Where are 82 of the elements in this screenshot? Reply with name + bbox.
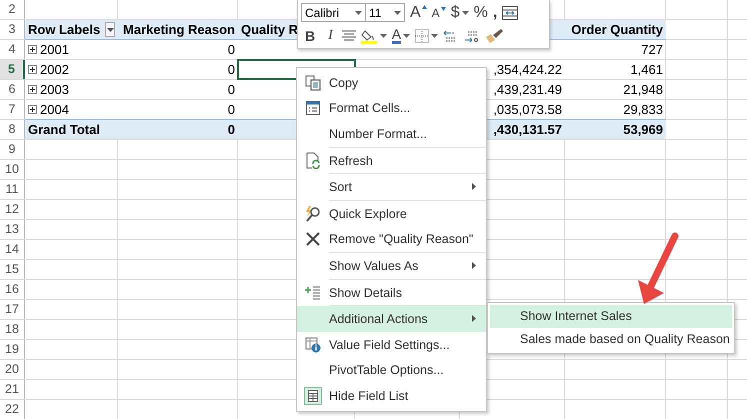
table-cell-text: 0: [228, 41, 235, 59]
currency-button[interactable]: $: [450, 4, 460, 20]
expand-icon[interactable]: [28, 85, 37, 94]
italic-button[interactable]: I: [324, 28, 337, 42]
expand-icon[interactable]: [28, 65, 37, 74]
table-cell-text: 727: [641, 41, 663, 59]
menu-item[interactable]: Additional Actions: [297, 306, 486, 332]
field-list-icon: [304, 386, 322, 405]
close-icon: [305, 231, 321, 248]
column-header: Quality R: [241, 21, 298, 39]
font-color-button[interactable]: A: [392, 27, 402, 44]
wrap-text-icon[interactable]: [502, 6, 518, 20]
menu-item[interactable]: Value Field Settings...: [297, 332, 486, 358]
menu-item[interactable]: Quick Explore: [297, 200, 486, 227]
table-cell-text: 29,833: [623, 101, 663, 119]
menu-item[interactable]: Number Format...: [297, 121, 486, 147]
menu-item[interactable]: Format Cells...: [297, 96, 486, 122]
table-cell-text: 21,948: [623, 81, 663, 99]
dropdown-icon[interactable]: [380, 34, 387, 38]
table-cell-text: 1,461: [630, 61, 663, 79]
filter-dropdown-button[interactable]: [105, 22, 115, 37]
submenu-arrow-icon: [472, 262, 476, 270]
table-cell-text: 53,969: [623, 121, 663, 139]
menu-item[interactable]: Remove "Quality Reason": [297, 226, 486, 252]
shrink-font-button[interactable]: A: [432, 6, 446, 18]
menu-item[interactable]: Show Internet Sales: [490, 305, 732, 328]
expand-icon[interactable]: [28, 105, 37, 114]
menu-item[interactable]: Sort: [297, 174, 486, 200]
details-icon: [305, 286, 321, 300]
up-triangle-icon: [422, 4, 427, 8]
menu-item[interactable]: Copy: [297, 70, 486, 96]
font-size-dropdown[interactable]: 11: [365, 3, 405, 22]
row-number[interactable]: 5: [0, 60, 25, 79]
dropdown-icon: [106, 28, 114, 32]
expand-icon[interactable]: [28, 45, 37, 54]
bold-button[interactable]: B: [301, 28, 320, 42]
format-painter-icon[interactable]: [485, 28, 504, 42]
table-cell-text: ,439,231.49: [493, 81, 562, 99]
magnifier-icon: [305, 206, 321, 222]
column-header: Order Quantity: [571, 21, 663, 39]
grow-font-button[interactable]: A: [410, 4, 427, 20]
row-label: Grand Total: [28, 121, 100, 139]
table-cell-text: 0: [228, 121, 235, 139]
pointer-arrow: [638, 232, 678, 304]
copy-icon: [305, 74, 321, 91]
row-label: 2004: [40, 101, 69, 119]
row-label: 2001: [40, 41, 69, 59]
dropdown-icon: [355, 10, 362, 14]
format-cells-icon: [305, 100, 321, 116]
down-triangle-icon: [440, 6, 446, 10]
active-cell[interactable]: [238, 60, 355, 79]
menu-item[interactable]: Show Values As: [297, 253, 486, 279]
font-name-dropdown[interactable]: Calibri: [301, 3, 366, 22]
column-header: Row Labels: [28, 21, 100, 39]
dropdown-icon[interactable]: [462, 10, 469, 14]
submenu-arrow-icon: [472, 183, 476, 190]
dropdown-icon[interactable]: [431, 34, 438, 38]
table-cell-text: ,430,131.57: [493, 121, 562, 139]
row-label: 2002: [40, 61, 69, 79]
refresh-icon: [305, 152, 321, 170]
submenu-arrow-icon: [472, 315, 476, 322]
menu-item[interactable]: Show Details: [297, 280, 486, 306]
menu-item[interactable]: PivotTable Options...: [297, 358, 486, 384]
align-center-icon[interactable]: [342, 30, 356, 41]
column-header: Marketing Reason: [123, 21, 235, 39]
table-cell-text: 0: [228, 61, 235, 79]
decimal-arrow-icon[interactable]: [464, 28, 480, 42]
menu-item[interactable]: Hide Field List: [297, 383, 486, 409]
borders-icon[interactable]: [415, 28, 430, 42]
table-cell-text: ,354,424.22: [493, 61, 562, 79]
dropdown-icon: [394, 10, 401, 14]
percent-button[interactable]: %: [474, 4, 488, 20]
menu-item[interactable]: Sales made based on Quality Reason: [490, 328, 732, 351]
comma-button[interactable]: ,: [492, 4, 498, 20]
table-cell-text: 0: [228, 81, 235, 99]
row-label: 2003: [40, 81, 69, 99]
dropdown-icon[interactable]: [403, 34, 410, 38]
menu-item[interactable]: Refresh: [297, 148, 486, 174]
fill-color-icon[interactable]: [360, 28, 378, 44]
table-cell-text: 0: [228, 101, 235, 119]
field-settings-icon: [305, 336, 321, 353]
table-cell-text: ,035,073.58: [493, 101, 562, 119]
